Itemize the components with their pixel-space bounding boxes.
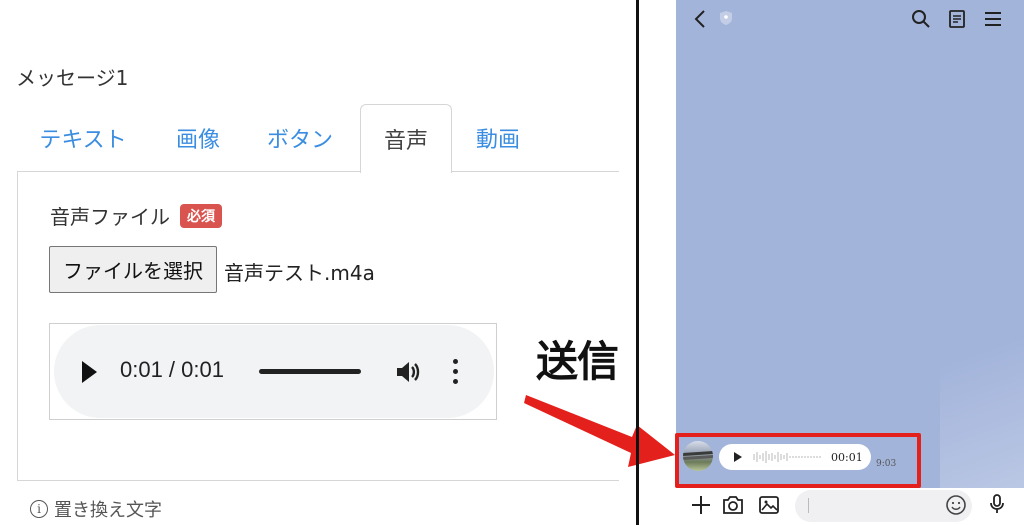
plus-icon[interactable] bbox=[689, 493, 713, 517]
image-icon[interactable] bbox=[757, 493, 781, 517]
info-icon: i bbox=[30, 500, 48, 518]
microphone-icon[interactable] bbox=[985, 492, 1009, 516]
tab-image[interactable]: 画像 bbox=[150, 104, 246, 172]
screenshot-page: メッセージ1 テキスト 画像 ボタン 音声 動画 音声ファイル 必須 ファイルを… bbox=[0, 0, 1024, 525]
audio-progress-bar[interactable] bbox=[259, 369, 361, 374]
highlight-box bbox=[675, 433, 921, 488]
tab-button[interactable]: ボタン bbox=[250, 104, 350, 172]
volume-icon[interactable] bbox=[394, 358, 422, 386]
back-chevron-icon[interactable] bbox=[690, 8, 712, 30]
screen-divider bbox=[636, 0, 639, 525]
selected-file-name: 音声テスト.m4a bbox=[224, 261, 375, 285]
alt-text-field-label[interactable]: i 置き換え文字 bbox=[30, 496, 162, 522]
screen-glare bbox=[940, 300, 1024, 488]
emoji-icon[interactable] bbox=[945, 494, 967, 516]
camera-icon[interactable] bbox=[721, 493, 745, 517]
send-annotation-label: 送信 bbox=[536, 337, 619, 386]
tab-audio[interactable]: 音声 bbox=[360, 104, 452, 173]
search-icon[interactable] bbox=[910, 8, 932, 30]
required-badge: 必須 bbox=[180, 204, 222, 228]
shield-badge-icon bbox=[720, 11, 732, 25]
red-arrow-icon bbox=[524, 395, 675, 467]
play-icon[interactable] bbox=[82, 361, 97, 383]
message-heading: メッセージ1 bbox=[16, 66, 129, 90]
audio-time-display: 0:01 / 0:01 bbox=[120, 357, 224, 382]
alt-text-label: 置き換え文字 bbox=[54, 500, 162, 521]
tab-video[interactable]: 動画 bbox=[458, 104, 538, 172]
menu-icon[interactable] bbox=[982, 8, 1004, 30]
tab-text[interactable]: テキスト bbox=[20, 104, 146, 172]
audio-file-label: 音声ファイル bbox=[50, 205, 170, 229]
text-caret bbox=[808, 498, 809, 513]
notes-icon[interactable] bbox=[946, 8, 968, 30]
more-options-icon[interactable] bbox=[451, 359, 459, 385]
choose-file-button[interactable]: ファイルを選択 bbox=[49, 246, 217, 293]
